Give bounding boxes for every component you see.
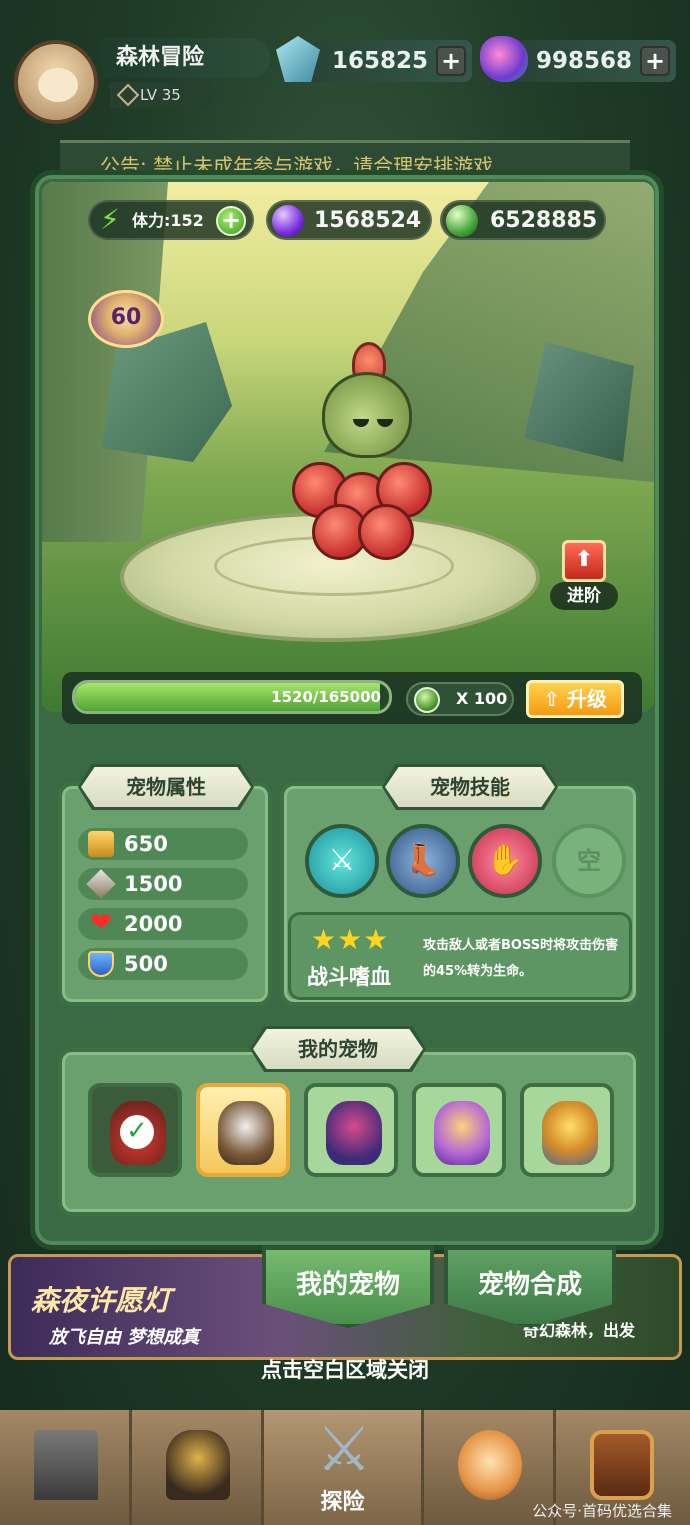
- watermark: 公众号·首码优选合集: [532, 1502, 672, 1520]
- pet-display-scene: [42, 182, 654, 712]
- nav-explore-label: 探险: [320, 1490, 365, 1515]
- sword-icon: [86, 869, 116, 899]
- close-hint: 点击空白区域关闭: [261, 1358, 429, 1382]
- skill-description: 攻击敌人或者BOSS时将攻击伤害的45%转为生命。: [423, 938, 619, 979]
- tower-icon: [34, 1430, 98, 1500]
- shield-icon: [88, 951, 114, 977]
- gem-currency: 998568 +: [480, 36, 676, 82]
- pet-card-bat[interactable]: [304, 1083, 398, 1177]
- gem-value: 998568: [536, 48, 633, 74]
- exp-text: 1520/165000: [271, 688, 381, 706]
- stamina-value: 体力:152: [132, 211, 204, 230]
- player-name: 森林冒险: [100, 38, 270, 78]
- purple-orb-icon: [272, 205, 304, 237]
- nav-explore[interactable]: ⚔ 探险: [264, 1410, 424, 1525]
- stamina-pill: ⚡ 体力:152 +: [88, 200, 254, 240]
- boots-icon: [88, 831, 114, 857]
- skill-detail: ★★★ 战斗嗜血 攻击敌人或者BOSS时将攻击伤害的45%转为生命。: [288, 912, 632, 1000]
- skill-slot-2[interactable]: 👢: [386, 824, 460, 898]
- upgrade-button[interactable]: ⇧ 升级: [526, 680, 624, 718]
- skill-slot-1[interactable]: ⚔: [305, 824, 379, 898]
- add-crystal-button[interactable]: +: [436, 46, 466, 76]
- top-bar: 森林冒险 LV 35 165825 + 998568 +: [0, 30, 690, 124]
- advance-label[interactable]: 进阶: [550, 582, 618, 610]
- fox-icon: [458, 1430, 522, 1500]
- pet-level-badge: 60: [88, 290, 164, 348]
- crystal-value: 165825: [332, 48, 429, 74]
- skills-title: 宠物技能: [385, 767, 555, 807]
- blade-skill-icon: ⚔: [328, 843, 356, 878]
- lightning-icon: ⚡: [100, 203, 120, 236]
- crossed-swords-icon: ⚔: [316, 1412, 372, 1485]
- pet-character[interactable]: [292, 342, 432, 562]
- crystal-icon: [276, 36, 320, 82]
- upgrade-cost: X 100: [406, 682, 514, 716]
- add-stamina-button[interactable]: +: [216, 206, 246, 236]
- exp-bar: 1520/165000: [72, 680, 392, 714]
- advance-button[interactable]: ⬆: [562, 540, 606, 582]
- empty-slot-label: 空: [577, 847, 601, 875]
- green-orb-pill: 6528885: [440, 200, 606, 240]
- my-pets-title: 我的宠物: [253, 1029, 423, 1069]
- nav-tower[interactable]: [0, 1410, 132, 1525]
- stat-defense: 500: [78, 948, 248, 980]
- pet-card-robot[interactable]: [520, 1083, 614, 1177]
- player-level: LV 35: [110, 82, 215, 108]
- boot-skill-icon: 👢: [404, 843, 442, 878]
- event-title: 森夜许愿灯: [31, 1284, 172, 1317]
- pet-card-fairy[interactable]: [412, 1083, 506, 1177]
- selected-check-icon: ✓: [120, 1115, 154, 1149]
- chest-icon: [590, 1430, 654, 1500]
- helmet-icon: [166, 1430, 230, 1500]
- gem-icon: [480, 36, 528, 82]
- green-orb-icon: [414, 687, 440, 713]
- player-avatar[interactable]: [14, 40, 98, 124]
- claw-skill-icon: ✋: [486, 843, 524, 878]
- add-gem-button[interactable]: +: [640, 46, 670, 76]
- skill-stars: ★★★: [311, 923, 390, 956]
- crystal-currency: 165825 +: [276, 36, 472, 82]
- pet-card-beast[interactable]: [196, 1083, 290, 1177]
- exp-row: 1520/165000 X 100 ⇧ 升级: [62, 672, 642, 724]
- purple-orb-pill: 1568524: [266, 200, 432, 240]
- stat-attack: 1500: [78, 868, 248, 900]
- skill-slot-empty[interactable]: 空: [552, 824, 626, 898]
- purple-orb-value: 1568524: [314, 208, 422, 233]
- event-subtitle: 放飞自由 梦想成真: [49, 1327, 200, 1348]
- pet-card-flower[interactable]: ✓: [88, 1083, 182, 1177]
- skill-slot-3[interactable]: ✋: [468, 824, 542, 898]
- green-orb-icon: [446, 205, 478, 237]
- level-icon: [116, 83, 140, 107]
- heart-icon: ❤: [90, 908, 112, 938]
- attributes-title: 宠物属性: [81, 767, 251, 807]
- stat-health: ❤ 2000: [78, 908, 248, 940]
- nav-hero[interactable]: [132, 1410, 264, 1525]
- green-orb-value: 6528885: [490, 208, 598, 233]
- stat-speed: 650: [78, 828, 248, 860]
- skill-name: 战斗嗜血: [307, 965, 391, 989]
